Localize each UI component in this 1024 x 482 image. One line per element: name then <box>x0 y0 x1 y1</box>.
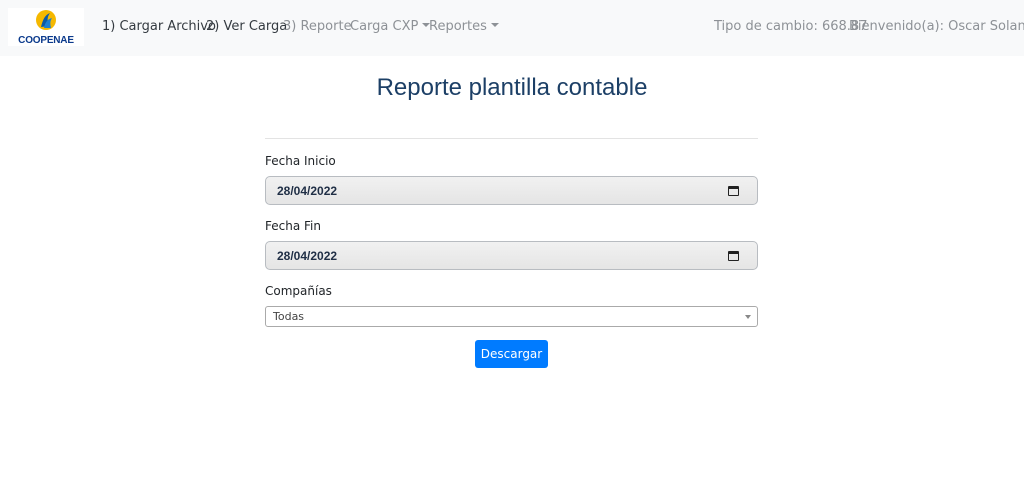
fecha-fin-input[interactable]: 28/04/2022 <box>265 241 758 270</box>
nav-cargar-archivo[interactable]: 1) Cargar Archivo <box>102 19 216 35</box>
companias-select[interactable]: Todas <box>265 306 758 327</box>
nav-carga-cxp-dropdown[interactable]: Carga CXP <box>350 19 431 35</box>
user-menu-dropdown[interactable]: Bienvenido(a): Oscar Solano <box>849 19 1024 35</box>
logo-text: COOPENAE <box>18 35 74 46</box>
nav-ver-carga[interactable]: 2) Ver Carga <box>206 19 287 35</box>
divider <box>265 138 758 139</box>
navbar: COOPENAE 1) Cargar Archivo 2) Ver Carga … <box>0 0 1024 56</box>
fecha-fin-label: Fecha Fin <box>265 219 321 233</box>
coopenae-logo[interactable]: COOPENAE <box>8 8 84 46</box>
fecha-fin-value: 28/04/2022 <box>277 249 338 263</box>
page-title: Reporte plantilla contable <box>376 74 648 101</box>
nav-reportes-dropdown[interactable]: Reportes <box>429 19 499 35</box>
companias-selected-value: Todas <box>273 310 305 323</box>
companias-label: Compañías <box>265 284 332 298</box>
logo-emblem-icon <box>36 10 56 30</box>
nav-reportes-label: Reportes <box>429 19 487 34</box>
descargar-button[interactable]: Descargar <box>475 340 548 368</box>
chevron-down-icon <box>490 23 499 27</box>
calendar-icon[interactable] <box>728 186 739 196</box>
fecha-inicio-label: Fecha Inicio <box>265 154 336 168</box>
fecha-inicio-input[interactable]: 28/04/2022 <box>265 176 758 205</box>
calendar-icon[interactable] <box>728 251 739 261</box>
nav-carga-cxp-label: Carga CXP <box>350 19 419 34</box>
chevron-down-icon <box>745 315 751 319</box>
user-greeting: Bienvenido(a): Oscar Solano <box>849 19 1024 34</box>
nav-reporte[interactable]: 3) Reporte <box>283 19 352 35</box>
fecha-inicio-value: 28/04/2022 <box>277 184 338 198</box>
exchange-rate: Tipo de cambio: 668.87 <box>714 19 868 34</box>
